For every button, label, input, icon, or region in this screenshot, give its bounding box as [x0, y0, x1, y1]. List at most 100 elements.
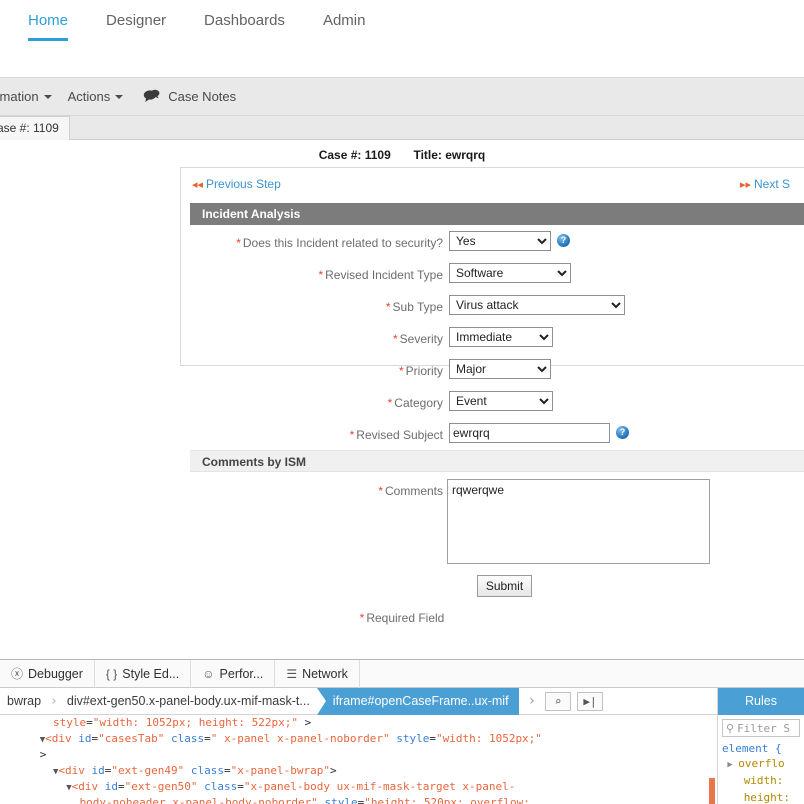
step-navigation: ◂◂ Previous Step ▸▸ Next S: [188, 175, 804, 201]
dom-token: =: [429, 732, 436, 745]
nav-item-designer[interactable]: Designer: [106, 8, 166, 41]
required-marker-icon: *: [385, 300, 391, 314]
dom-indent: [0, 716, 53, 729]
chevron-down-icon: [115, 94, 124, 99]
security-related-select[interactable]: YesNo: [449, 231, 551, 251]
case-tab-strip: ase #: 1109: [0, 116, 804, 140]
help-icon[interactable]: ?: [557, 234, 570, 247]
dom-tree-line[interactable]: ▼<div id="casesTab" class=" x-panel x-pa…: [0, 731, 714, 747]
breadcrumb-more-icon[interactable]: ›: [519, 693, 545, 709]
revised-subject-input[interactable]: [449, 423, 610, 443]
priority-select[interactable]: MajorMinorCritical: [449, 359, 551, 379]
dom-token: body-noheader x-panel-body-noborder": [79, 796, 318, 804]
label-revised-subject: * Revised Subject: [120, 428, 443, 442]
dom-token: <div: [58, 764, 92, 777]
dom-token: class: [184, 764, 225, 777]
declaration-indent: [722, 794, 744, 804]
devtools-tab-label: Debugger: [28, 666, 83, 681]
actions-menu[interactable]: Actions: [68, 89, 124, 104]
case-toolbar: ormation Actions Case Notes: [0, 78, 804, 116]
rules-declaration[interactable]: width:: [722, 773, 804, 790]
nav-item-admin[interactable]: Admin: [323, 8, 366, 41]
dom-token: "x-panel-bwrap": [230, 764, 330, 777]
dom-token: id: [104, 780, 119, 793]
form-row-severity: *Severity ImmediateHighMediumLow: [0, 327, 804, 359]
breadcrumb-item-active[interactable]: iframe#openCaseFrame..ux-mif: [316, 687, 519, 715]
case-form-content: Case #: 1109 Title: ewrqrq ◂◂ Previous St…: [0, 141, 804, 659]
devtools-tab-label: Style Ed...: [122, 666, 180, 681]
dom-token: "height: 520px; overflow:: [364, 796, 530, 804]
arrow-right-icon: ▸▸: [739, 179, 751, 191]
devtools-tab-debugger[interactable]: ⓧ Debugger: [0, 659, 95, 688]
help-icon[interactable]: ?: [616, 426, 629, 439]
previous-step-label: Previous Step: [206, 177, 281, 191]
pause-circle-icon: ⓧ: [11, 666, 24, 681]
magnifier-icon[interactable]: ⌕: [545, 691, 571, 711]
form-row-priority: *Priority MajorMinorCritical: [0, 359, 804, 391]
submit-button[interactable]: Submit: [477, 575, 532, 597]
dom-tree-line[interactable]: >: [0, 747, 714, 763]
comments-textarea[interactable]: [447, 479, 710, 564]
case-notes-button[interactable]: Case Notes: [139, 89, 236, 105]
rules-declaration[interactable]: ▶ overflo: [722, 756, 804, 773]
required-marker-icon: *: [318, 268, 324, 282]
dom-token: <div: [71, 780, 105, 793]
label-category: * Category: [120, 396, 443, 410]
dom-tree-line[interactable]: ▼<div id="ext-gen49" class="x-panel-bwra…: [0, 763, 714, 779]
nav-item-dashboards[interactable]: Dashboards: [204, 8, 285, 41]
required-marker-icon: *: [387, 396, 393, 410]
rules-filter-placeholder: Filter S: [737, 721, 791, 735]
next-step-link[interactable]: ▸▸ Next S: [740, 177, 790, 191]
nav-item-home[interactable]: Home: [28, 8, 69, 41]
disclosure-triangle-icon[interactable]: ▶: [722, 760, 738, 770]
dom-token: "ext-gen50": [124, 780, 198, 793]
devtools-tab-network[interactable]: ☰ Network: [275, 659, 360, 688]
section-header-incident-analysis: Incident Analysis: [190, 203, 804, 225]
required-marker-icon: *: [392, 332, 398, 346]
dom-tree-line[interactable]: style="width: 1052px; height: 522px;" >: [0, 715, 714, 731]
category-select[interactable]: EventIncidentRequest: [449, 391, 553, 411]
devtools-scrollbar-thumb[interactable]: [709, 778, 715, 804]
dom-tree-line[interactable]: body-noheader x-panel-body-noborder" sty…: [0, 795, 714, 804]
rules-filter-input[interactable]: ⚲ Filter S: [722, 719, 800, 737]
information-menu[interactable]: ormation: [0, 89, 52, 104]
sub-type-select[interactable]: Virus attackMalwarePhishing: [449, 295, 625, 315]
breadcrumb-item[interactable]: bwrap: [0, 688, 48, 715]
rules-declaration[interactable]: height:: [722, 790, 804, 804]
devtools-tab-styleed[interactable]: { } Style Ed...: [95, 659, 192, 688]
dom-token: >: [39, 748, 47, 761]
label-security-related: * Does this Incident related to security?: [120, 236, 443, 250]
revised-incident-type-select[interactable]: SoftwareHardwareNetwork: [449, 263, 571, 283]
required-marker-icon: *: [349, 428, 355, 442]
rules-selector: element {: [722, 742, 782, 755]
dom-token: =: [237, 780, 244, 793]
rules-property: overflo: [738, 757, 785, 770]
devtools-tab-perfor[interactable]: ☺ Perfor...: [191, 659, 276, 688]
form-row-category: *Category EventIncidentRequest: [0, 391, 804, 423]
form-row-security-related: * Does this Incident related to security?…: [0, 231, 804, 263]
devtools-panel: ⓧ Debugger { } Style Ed... ☺ Perfor... ☰ Networ…: [0, 659, 804, 804]
dom-token: " x-panel x-panel-noborder": [210, 732, 390, 745]
label-sub-type: * Sub Type: [120, 300, 443, 314]
devtools-tab-label: Network: [302, 666, 348, 681]
devtools-breadcrumb-bar: bwrap › div#ext-gen50.x-panel-body.ux-mif-…: [0, 687, 804, 715]
dom-token: id: [91, 764, 105, 777]
chevron-down-icon: [43, 94, 52, 99]
next-step-label: Next S: [753, 177, 790, 191]
required-field-label: Required Field: [366, 611, 445, 625]
required-field-note: * Required Field: [0, 611, 804, 625]
dom-token: =: [86, 716, 93, 729]
previous-step-link[interactable]: ◂◂ Previous Step: [192, 177, 281, 191]
case-notes-label: Case Notes: [168, 89, 237, 104]
dom-token: <div: [45, 732, 79, 745]
node-picker-icon[interactable]: ▶|: [577, 691, 603, 711]
required-marker-icon: *: [398, 364, 404, 378]
dom-token: style: [317, 796, 358, 804]
case-tab[interactable]: ase #: 1109: [0, 116, 70, 140]
breadcrumb-separator-icon: ›: [50, 693, 58, 709]
tab-rules[interactable]: Rules: [718, 688, 804, 715]
devtools-dom-tree[interactable]: style="width: 1052px; height: 522px;" > …: [0, 715, 714, 804]
severity-select[interactable]: ImmediateHighMediumLow: [449, 327, 553, 347]
dom-tree-line[interactable]: ▼<div id="ext-gen50" class="x-panel-body…: [0, 779, 714, 795]
breadcrumb-item[interactable]: div#ext-gen50.x-panel-body.ux-mif-mask-t…: [60, 688, 317, 715]
